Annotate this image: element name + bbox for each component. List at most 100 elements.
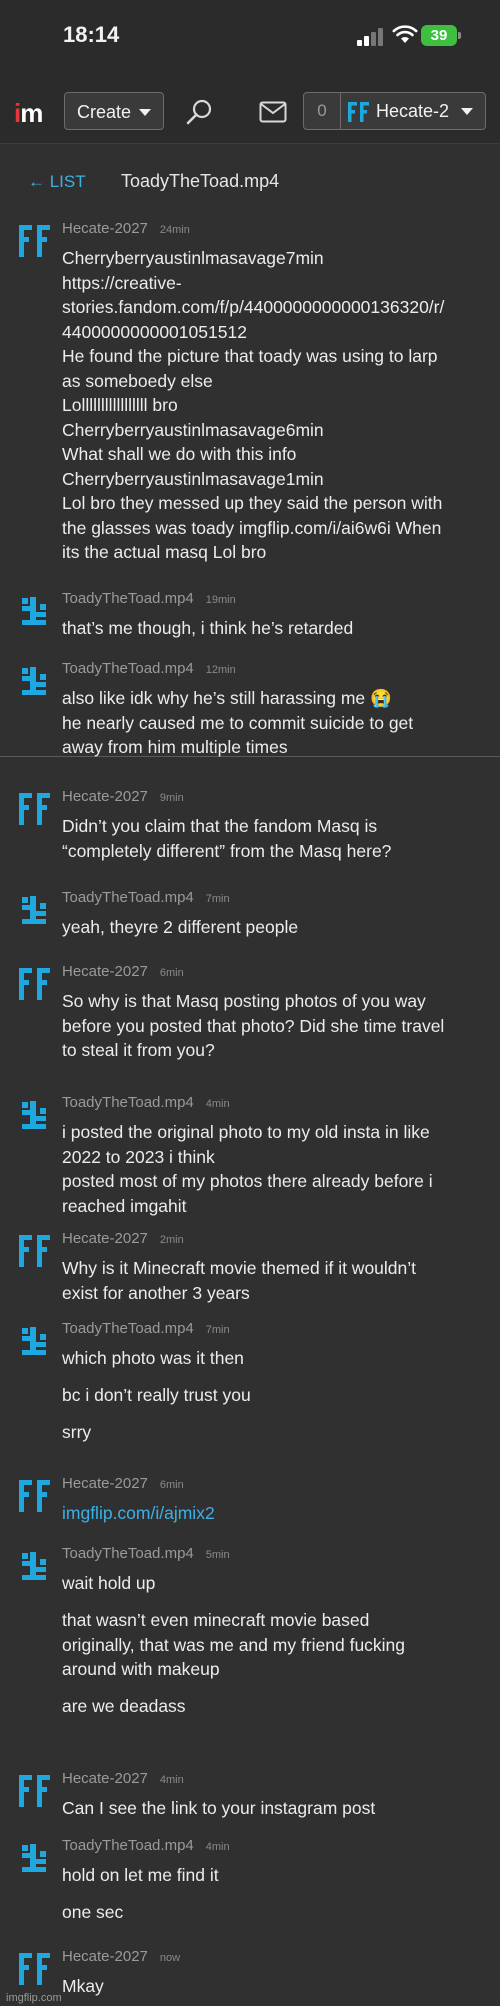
message-line: Lol bro they messed up they said the per… bbox=[62, 493, 443, 513]
ff-icon[interactable] bbox=[18, 1234, 52, 1268]
cellular-signal-icon bbox=[357, 26, 385, 46]
username-text[interactable]: ToadyTheToad.mp4 bbox=[62, 1320, 194, 1337]
account-menu[interactable]: 0 Hecate-2 bbox=[303, 92, 486, 130]
username-text[interactable]: ToadyTheToad.mp4 bbox=[62, 1094, 194, 1111]
message-line: around with makeup bbox=[62, 1659, 220, 1679]
username-text[interactable]: Hecate-2027 bbox=[62, 963, 148, 980]
message-line: yeah, theyre 2 different people bbox=[62, 917, 299, 937]
message-body: yeah, theyre 2 different people bbox=[62, 915, 482, 940]
toad-icon[interactable] bbox=[18, 1324, 52, 1358]
message-line: Why is it Minecraft movie themed if it w… bbox=[62, 1258, 417, 1278]
message-line: away from him multiple times bbox=[62, 737, 288, 757]
message-body: i posted the original photo to my old in… bbox=[62, 1120, 482, 1218]
message-line: he nearly caused me to commit suicide to… bbox=[62, 712, 414, 733]
username-text[interactable]: Hecate-2027 bbox=[62, 1948, 148, 1965]
message-body: Why is it Minecraft movie themed if it w… bbox=[62, 1256, 482, 1305]
message-username[interactable]: Hecate-2027 9min bbox=[62, 788, 184, 805]
message-line: hold on let me find it bbox=[62, 1865, 219, 1885]
message-body: wait hold up that wasn’t even minecraft m… bbox=[62, 1571, 482, 1719]
message-body: So why is that Masq posting photos of yo… bbox=[62, 989, 482, 1063]
message-username[interactable]: Hecate-2027 6min bbox=[62, 963, 184, 980]
message-line: “completely different” from the Masq her… bbox=[62, 840, 392, 861]
message-username[interactable]: ToadyTheToad.mp4 7min bbox=[62, 889, 230, 906]
message-body: Mkay bbox=[62, 1974, 482, 1999]
message-line: that’s me though, i think he’s retarded bbox=[62, 618, 354, 638]
mail-icon[interactable] bbox=[259, 101, 287, 123]
message-line: Cherryberryaustinlmasavage6min bbox=[62, 419, 324, 440]
message-line: also like idk why he’s still harassing m… bbox=[62, 688, 392, 708]
ff-icon[interactable] bbox=[18, 224, 52, 258]
username-text[interactable]: ToadyTheToad.mp4 bbox=[62, 1837, 194, 1854]
imgflip-logo[interactable]: im bbox=[14, 98, 43, 129]
message-timestamp: 7min bbox=[205, 893, 230, 905]
message-line: What shall we do with this info bbox=[62, 444, 297, 464]
message-line: i posted the original photo to my old in… bbox=[62, 1122, 430, 1142]
message-username[interactable]: ToadyTheToad.mp4 4min bbox=[62, 1837, 230, 1854]
message-username[interactable]: Hecate-2027 4min bbox=[62, 1770, 184, 1787]
watermark: imgflip.com bbox=[6, 1992, 62, 2004]
chevron-down-icon bbox=[139, 109, 151, 116]
message-username[interactable]: ToadyTheToad.mp4 4min bbox=[62, 1094, 230, 1111]
username-text[interactable]: Hecate-2027 bbox=[62, 1475, 148, 1492]
username-text[interactable]: Hecate-2027 bbox=[62, 788, 148, 805]
username-text[interactable]: ToadyTheToad.mp4 bbox=[62, 660, 194, 677]
message-username[interactable]: Hecate-2027 2min bbox=[62, 1230, 184, 1247]
message-line: Cherryberryaustinlmasavage1min bbox=[62, 468, 324, 489]
message-username[interactable]: ToadyTheToad.mp4 7min bbox=[62, 1320, 230, 1337]
message-line: the glasses was toady imgflip.com/i/ai6w… bbox=[62, 517, 442, 538]
message-line: its the actual masq Lol bro bbox=[62, 542, 267, 562]
message-line: as someboedy else bbox=[62, 370, 213, 391]
message-username[interactable]: Hecate-2027 now bbox=[62, 1948, 180, 1965]
ff-icon bbox=[348, 102, 369, 122]
battery-icon: 39 bbox=[421, 25, 461, 46]
username-text[interactable]: Hecate-2027 bbox=[62, 220, 148, 237]
message-username[interactable]: Hecate-2027 24min bbox=[62, 220, 190, 237]
toad-icon[interactable] bbox=[18, 664, 52, 698]
toad-icon[interactable] bbox=[18, 1549, 52, 1583]
create-button[interactable]: Create bbox=[64, 92, 164, 130]
username-text[interactable]: Hecate-2027 bbox=[62, 1770, 148, 1787]
ff-icon[interactable] bbox=[18, 967, 52, 1001]
message-line: posted most of my photos there already b… bbox=[62, 1171, 433, 1191]
ff-icon[interactable] bbox=[18, 1952, 52, 1986]
message-line: Lolllllllllllllllll bro bbox=[62, 395, 178, 415]
notification-count[interactable]: 0 bbox=[304, 93, 341, 129]
username-text[interactable]: Hecate-2027 bbox=[62, 1230, 148, 1247]
message-username[interactable]: Hecate-2027 6min bbox=[62, 1475, 184, 1492]
ff-icon[interactable] bbox=[18, 1479, 52, 1513]
message-line: one sec bbox=[62, 1902, 124, 1922]
message-timestamp: 4min bbox=[205, 1098, 230, 1110]
message-line: before you posted that photo? Did she ti… bbox=[62, 1015, 445, 1036]
message-line: wait hold up bbox=[62, 1573, 156, 1593]
ff-icon[interactable] bbox=[18, 792, 52, 826]
message-username[interactable]: ToadyTheToad.mp4 12min bbox=[62, 660, 236, 677]
ff-icon[interactable] bbox=[18, 1774, 52, 1808]
message-body: Can I see the link to your instagram pos… bbox=[62, 1796, 482, 1821]
message-timestamp: 19min bbox=[205, 594, 236, 606]
message-link[interactable]: imgflip.com/i/ajmix2 bbox=[62, 1503, 215, 1523]
toad-icon[interactable] bbox=[18, 893, 52, 927]
message-body: also like idk why he’s still harassing m… bbox=[62, 686, 482, 760]
message-body: Cherryberryaustinlmasavage7min https://cr… bbox=[62, 246, 482, 565]
username-text[interactable]: ToadyTheToad.mp4 bbox=[62, 889, 194, 906]
message-line: Can I see the link to your instagram pos… bbox=[62, 1798, 376, 1818]
message-line: originally, that was me and my friend fu… bbox=[62, 1634, 406, 1655]
message-timestamp: 2min bbox=[159, 1234, 184, 1246]
message-username[interactable]: ToadyTheToad.mp4 19min bbox=[62, 590, 236, 607]
message-timestamp: 6min bbox=[159, 1479, 184, 1491]
message-line: He found the picture that toady was usin… bbox=[62, 346, 438, 366]
search-icon[interactable] bbox=[185, 97, 215, 127]
toad-icon[interactable] bbox=[18, 1098, 52, 1132]
message-line: https://creative- bbox=[62, 272, 182, 293]
back-to-list-link[interactable]: ← LIST bbox=[28, 172, 86, 192]
message-line: 4400000000001051512 bbox=[62, 321, 247, 342]
message-timestamp: 24min bbox=[159, 224, 190, 236]
conversation-title: ToadyTheToad.mp4 bbox=[121, 171, 280, 191]
message-timestamp: 6min bbox=[159, 967, 184, 979]
message-line: that wasn’t even minecraft movie based bbox=[62, 1610, 370, 1630]
username-text[interactable]: ToadyTheToad.mp4 bbox=[62, 590, 194, 607]
toad-icon[interactable] bbox=[18, 594, 52, 628]
message-username[interactable]: ToadyTheToad.mp4 5min bbox=[62, 1545, 230, 1562]
username-text[interactable]: ToadyTheToad.mp4 bbox=[62, 1545, 194, 1562]
toad-icon[interactable] bbox=[18, 1841, 52, 1875]
